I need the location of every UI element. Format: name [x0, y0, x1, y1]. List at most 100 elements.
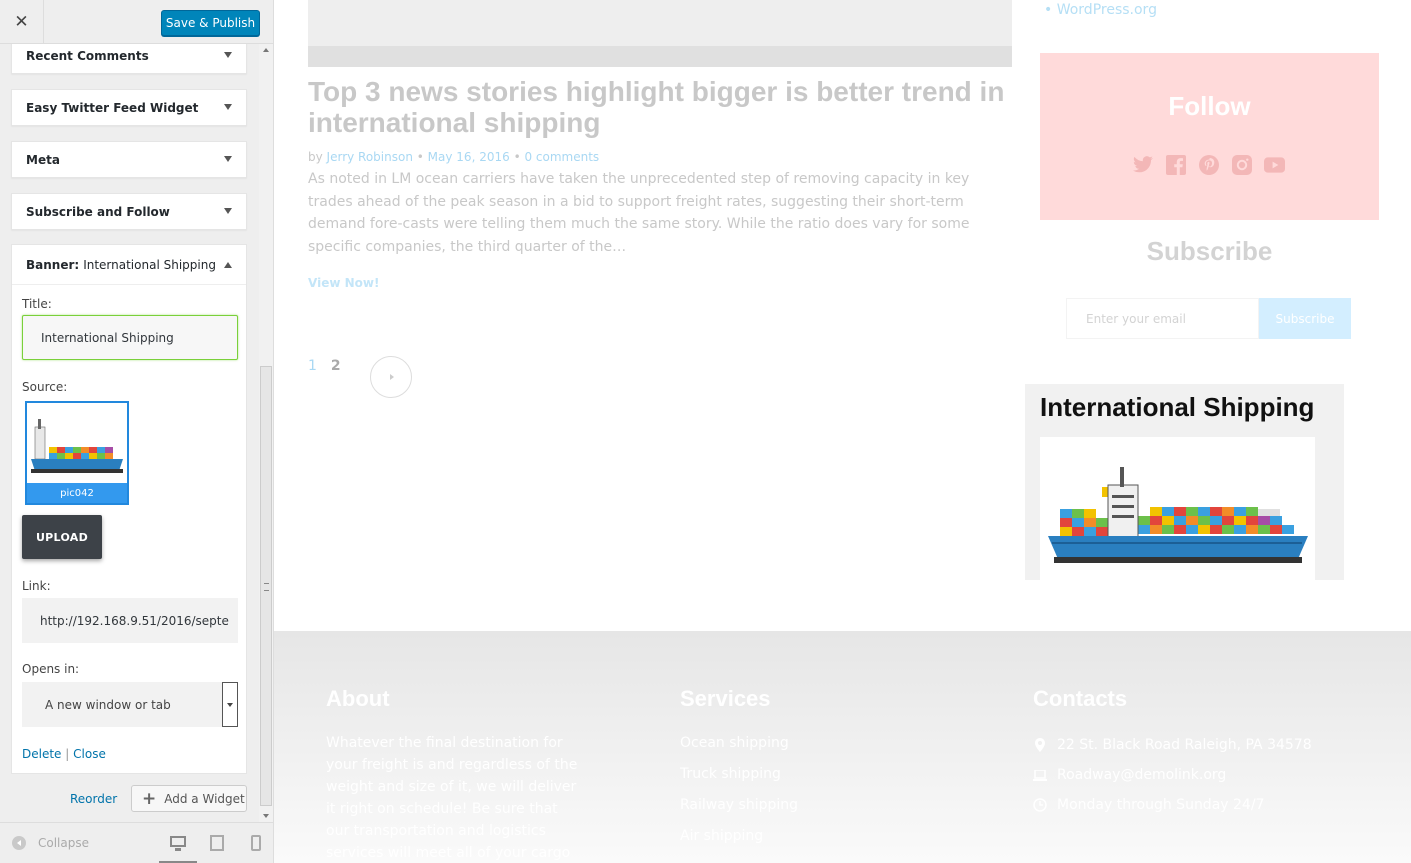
widget-subscribe-follow[interactable]: Subscribe and Follow [11, 193, 247, 230]
expand-arrow-icon[interactable] [224, 208, 232, 214]
post-author-link[interactable]: Jerry Robinson [327, 150, 413, 164]
email-link[interactable]: Roadway@demolink.org [1057, 767, 1226, 783]
scroll-up-icon[interactable] [263, 48, 269, 52]
facebook-icon[interactable] [1165, 154, 1186, 175]
footer-service-link[interactable]: Truck shipping [680, 766, 781, 782]
banner-widget-header[interactable]: Banner: International Shipping [12, 245, 246, 285]
opens-in-label: Opens in: [22, 662, 80, 676]
widget-title: Recent Comments [26, 48, 149, 63]
chevron-down-icon[interactable] [222, 682, 238, 727]
hours-text: Monday through Sunday 24/7 [1057, 797, 1265, 813]
twitter-icon[interactable] [1132, 154, 1153, 175]
link-label: Link: [22, 579, 51, 593]
laptop-icon [1033, 768, 1047, 782]
post-comments-link[interactable]: 0 comments [524, 150, 599, 164]
pagination: 1 2 [308, 356, 412, 398]
link-input[interactable] [22, 598, 238, 643]
address-text: 22 St. Black Road Raleigh, PA 34578 [1057, 737, 1312, 753]
pinterest-icon[interactable] [1198, 154, 1219, 175]
title-label: Title: [22, 297, 52, 311]
delete-link[interactable]: Delete [22, 747, 61, 761]
desktop-icon-stand [175, 848, 181, 851]
save-publish-button[interactable]: Save & Publish [161, 10, 260, 36]
desktop-icon [170, 836, 186, 847]
post-meta: by Jerry Robinson • May 16, 2016 • 0 com… [308, 150, 599, 164]
meta-dot: • [513, 150, 521, 164]
tablet-icon [210, 835, 224, 851]
follow-title: Follow [1168, 91, 1251, 121]
customizer-footer: Collapse [0, 822, 273, 863]
next-page-button[interactable] [370, 356, 412, 398]
footer-address: 22 St. Black Road Raleigh, PA 34578 [1033, 737, 1312, 753]
meta-dot: • [416, 150, 424, 164]
source-image-thumbnail[interactable]: pic042 [25, 401, 129, 505]
widget-meta[interactable]: Meta [11, 141, 247, 178]
site-footer: About Whatever the final destination for… [274, 631, 1411, 863]
opens-in-select[interactable]: A new window or tab [22, 682, 238, 727]
mobile-preview-button[interactable] [246, 833, 266, 853]
grip-icon [264, 583, 269, 591]
widget-title: Meta [26, 152, 60, 167]
collapse-label: Collapse [38, 836, 89, 850]
post-title[interactable]: Top 3 news stories highlight bigger is b… [308, 76, 1018, 138]
widget-recent-comments[interactable]: Recent Comments [11, 44, 247, 74]
collapse-arrow-icon[interactable] [224, 262, 232, 268]
email-input[interactable] [1066, 298, 1259, 339]
subscribe-button[interactable]: Subscribe [1259, 298, 1351, 339]
opens-in-value: A new window or tab [45, 697, 171, 712]
scroll-down-icon[interactable] [263, 814, 269, 818]
tablet-preview-button[interactable] [207, 833, 227, 853]
view-now-link[interactable]: View Now! [308, 276, 379, 290]
follow-widget: Follow [1040, 53, 1379, 220]
subscribe-title: Subscribe [1146, 236, 1273, 266]
actions-separator: | [65, 747, 70, 761]
location-pin-icon [1033, 738, 1047, 752]
scrollbar-thumb[interactable] [260, 366, 272, 806]
upload-button[interactable]: UPLOAD [22, 515, 102, 559]
wordpress-org-link[interactable]: • WordPress.org [1044, 2, 1157, 18]
close-customizer-button[interactable]: ✕ [0, 0, 44, 44]
instagram-icon[interactable] [1231, 154, 1252, 175]
post-date-link[interactable]: May 16, 2016 [428, 150, 510, 164]
sidebar-scrollbar[interactable] [259, 44, 273, 822]
cargo-ship-banner-image [1040, 437, 1315, 600]
expand-arrow-icon[interactable] [224, 104, 232, 110]
expand-arrow-icon[interactable] [224, 156, 232, 162]
footer-service-link[interactable]: Railway shipping [680, 797, 798, 813]
widget-panel: Recent Comments Easy Twitter Feed Widget… [0, 44, 259, 822]
customizer-header: ✕ Save & Publish [0, 0, 273, 44]
source-label: Source: [22, 380, 68, 394]
clock-icon [1033, 798, 1047, 812]
reorder-link[interactable]: Reorder [70, 792, 117, 806]
post-featured-image[interactable] [308, 0, 1012, 67]
widget-banner-expanded: Banner: International Shipping Title: So… [11, 244, 247, 774]
footer-about-text: Whatever the final destination for your … [326, 735, 578, 861]
desktop-preview-button[interactable] [159, 833, 197, 863]
site-preview: Top 3 news stories highlight bigger is b… [274, 0, 1411, 863]
page-2-current[interactable]: 2 [331, 358, 341, 374]
banner-image[interactable] [1040, 437, 1315, 600]
social-icons [1132, 154, 1285, 175]
widget-title: Easy Twitter Feed Widget [26, 100, 199, 115]
add-widget-button[interactable]: + Add a Widget [131, 785, 247, 812]
footer-email: Roadway@demolink.org [1033, 767, 1226, 783]
widget-type: Banner: [26, 257, 80, 272]
footer-hours: Monday through Sunday 24/7 [1033, 797, 1264, 813]
widget-easy-twitter-feed[interactable]: Easy Twitter Feed Widget [11, 89, 247, 126]
mobile-icon [251, 835, 261, 851]
add-widget-label: Add a Widget [164, 791, 245, 806]
post-excerpt: As noted in LM ocean carriers have taken… [308, 171, 970, 255]
expand-arrow-icon[interactable] [224, 52, 232, 58]
title-input[interactable] [22, 315, 238, 360]
close-link[interactable]: Close [73, 747, 106, 761]
banner-widget-preview: International Shipping [1025, 384, 1344, 600]
footer-contacts-heading: Contacts [1033, 686, 1128, 711]
youtube-icon[interactable] [1264, 154, 1285, 175]
footer-about-heading: About [326, 686, 390, 711]
footer-service-link[interactable]: Air shipping [680, 828, 763, 844]
source-filename: pic042 [27, 483, 127, 503]
page-1-link[interactable]: 1 [308, 358, 317, 374]
collapse-button[interactable]: Collapse [12, 836, 89, 850]
post-by: by [308, 150, 323, 164]
footer-service-link[interactable]: Ocean shipping [680, 735, 789, 751]
